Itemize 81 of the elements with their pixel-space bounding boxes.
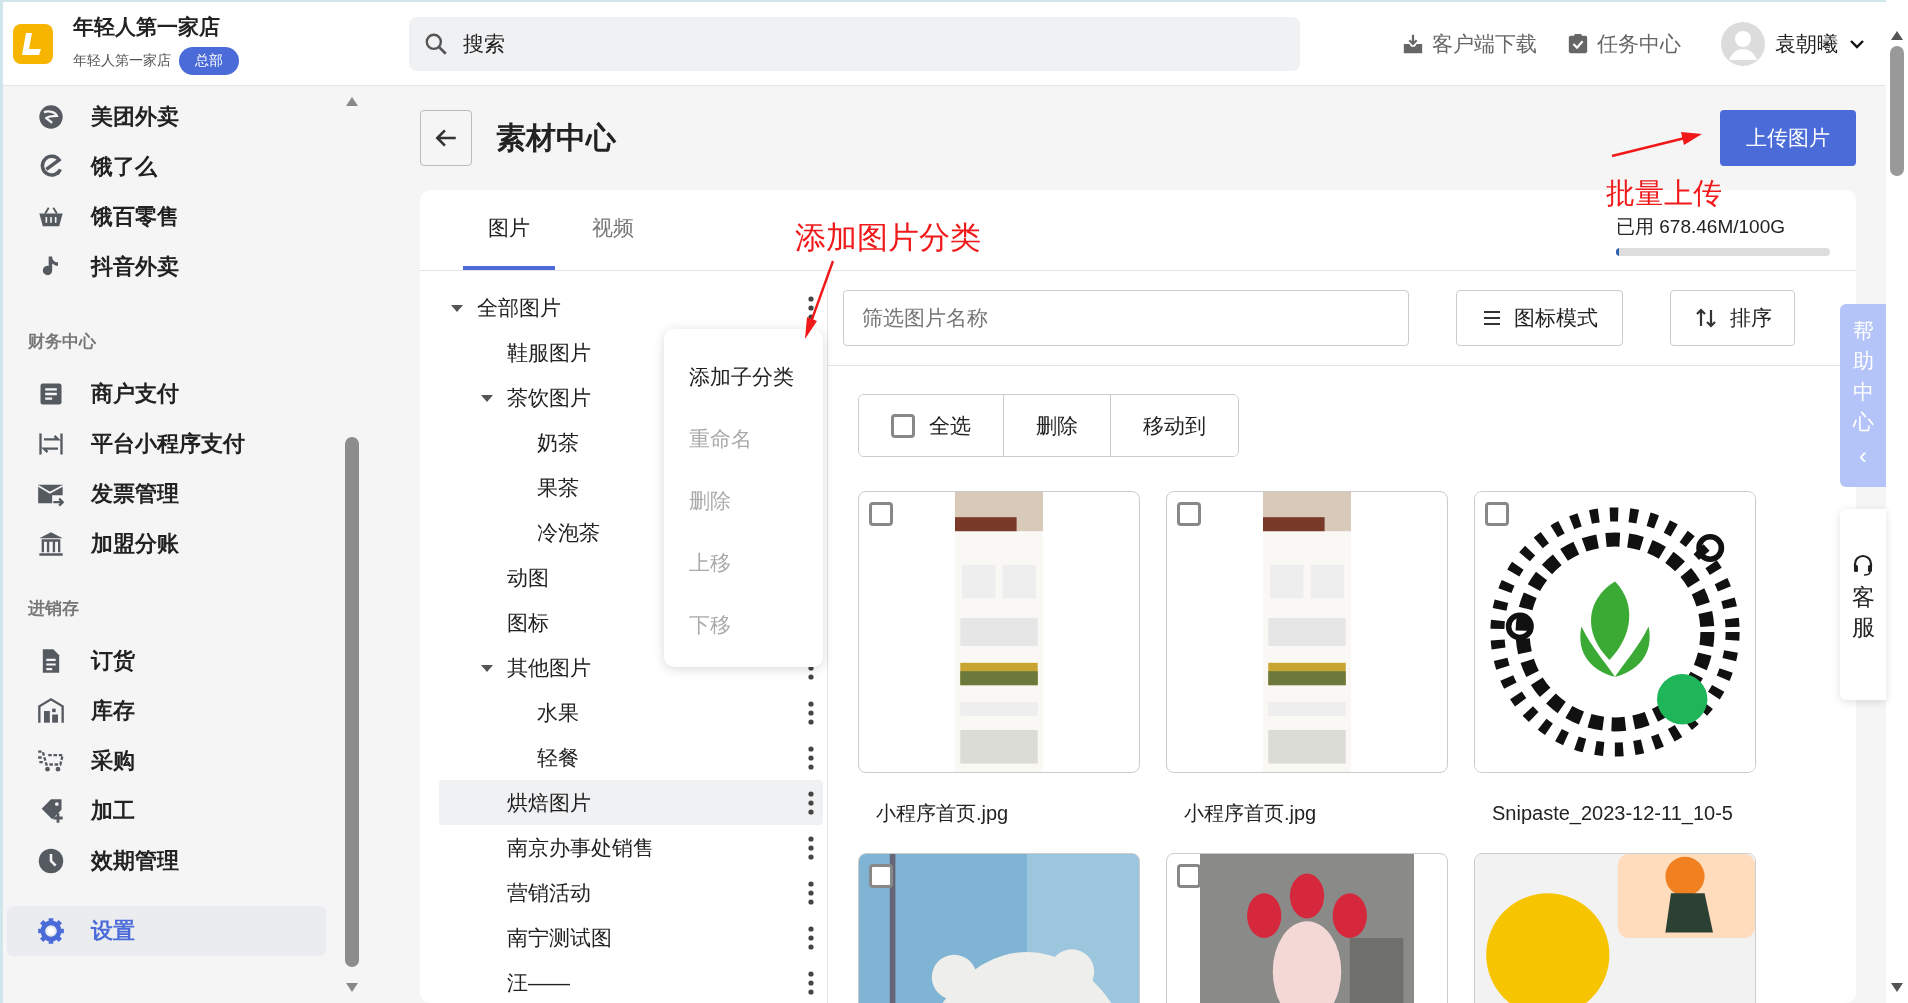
sort-button[interactable]: 排序 bbox=[1670, 290, 1795, 346]
tree-item[interactable]: 烘焙图片 bbox=[439, 780, 823, 825]
sidebar-item[interactable]: 商户支付 bbox=[7, 369, 326, 419]
more-dots-icon[interactable] bbox=[807, 789, 815, 816]
scroll-down-icon[interactable] bbox=[345, 981, 359, 993]
sidebar-item[interactable]: 库存 bbox=[7, 686, 326, 736]
sidebar-item[interactable]: 订货 bbox=[7, 636, 326, 686]
logo-icon bbox=[13, 23, 53, 64]
more-dots-icon[interactable] bbox=[807, 879, 815, 906]
header-link[interactable]: 客户端下载 bbox=[1402, 29, 1537, 58]
menu-item[interactable]: 添加子分类 bbox=[664, 346, 823, 408]
annotation-text: 批量上传 bbox=[1606, 176, 1722, 211]
scroll-up-icon[interactable] bbox=[1890, 30, 1904, 42]
more-dots-icon[interactable] bbox=[807, 294, 815, 321]
menu-icon bbox=[1481, 308, 1502, 328]
tree-item[interactable]: 全部图片 bbox=[439, 285, 823, 330]
scroll-down-icon[interactable] bbox=[1890, 981, 1904, 993]
headquarters-badge: 总部 bbox=[179, 46, 239, 75]
checkbox[interactable] bbox=[1177, 502, 1201, 526]
scroll-thumb[interactable] bbox=[345, 436, 359, 967]
checkbox[interactable] bbox=[1177, 864, 1201, 888]
checkbox[interactable] bbox=[869, 502, 893, 526]
clock-icon bbox=[37, 847, 65, 875]
header-link[interactable]: 任务中心 bbox=[1567, 29, 1681, 58]
tree-item[interactable]: 水果 bbox=[439, 690, 823, 735]
sidebar-item[interactable]: 加盟分账 bbox=[7, 519, 326, 569]
bank-icon bbox=[37, 530, 65, 558]
store-subtitle: 年轻人第一家店 bbox=[73, 51, 171, 70]
tree-item[interactable]: 南宁测试图 bbox=[439, 915, 823, 960]
more-dots-icon[interactable] bbox=[807, 924, 815, 951]
image-caption: 小程序首页.jpg bbox=[1183, 800, 1318, 826]
store-name: 年轻人第一家店 bbox=[73, 13, 221, 40]
sidebar-item[interactable]: 发票管理 bbox=[7, 469, 326, 519]
customer-service-tab[interactable]: 客服 bbox=[1840, 509, 1886, 700]
swirl-icon bbox=[37, 103, 65, 131]
user-name[interactable]: 袁朝曦 bbox=[1775, 29, 1838, 58]
section-title: 财务中心 bbox=[27, 331, 97, 353]
tab[interactable]: 视频 bbox=[567, 190, 659, 270]
sidebar-item[interactable]: 抖音外卖 bbox=[7, 242, 326, 292]
more-dots-icon[interactable] bbox=[807, 969, 815, 996]
sidebar-item[interactable]: 加工 bbox=[7, 786, 326, 836]
image-card[interactable] bbox=[858, 491, 1140, 773]
search-field[interactable]: 搜索 bbox=[409, 16, 1300, 71]
annotation-text: 添加图片分类 bbox=[795, 219, 981, 257]
warehouse-icon bbox=[37, 697, 65, 725]
tree-item[interactable]: 南京办事处销售 bbox=[439, 825, 823, 870]
tab[interactable]: 图片 bbox=[463, 190, 555, 270]
storage-usage-text: 已用 678.46M/100G bbox=[1616, 215, 1786, 239]
sidebar-item[interactable]: 饿了么 bbox=[7, 142, 326, 192]
back-button[interactable] bbox=[420, 110, 472, 166]
select-all-checkbox[interactable]: 全选 bbox=[859, 395, 1004, 456]
gear-icon bbox=[37, 917, 65, 945]
scroll-thumb[interactable] bbox=[1890, 46, 1904, 176]
image-caption: Snipaste_2023-12-11_10-5 bbox=[1491, 800, 1734, 827]
image-card[interactable] bbox=[1166, 491, 1448, 773]
more-dots-icon[interactable] bbox=[807, 834, 815, 861]
clipboard-check-icon bbox=[1567, 32, 1589, 55]
section-title: 进销存 bbox=[27, 598, 80, 620]
sidebar-item[interactable]: 设置 bbox=[7, 906, 326, 956]
sidebar-item[interactable]: 饿百零售 bbox=[7, 192, 326, 242]
sidebar-item[interactable]: 采购 bbox=[7, 736, 326, 786]
checkbox[interactable] bbox=[869, 864, 893, 888]
more-dots-icon[interactable] bbox=[807, 699, 815, 726]
filter-field[interactable]: 筛选图片名称 bbox=[843, 290, 1409, 346]
page-title: 素材中心 bbox=[496, 119, 616, 156]
scrollbar[interactable] bbox=[1886, 0, 1908, 1003]
download-tray-icon bbox=[1402, 32, 1424, 55]
view-mode-button[interactable]: 图标模式 bbox=[1456, 290, 1623, 346]
more-dots-icon[interactable] bbox=[807, 744, 815, 771]
tree-item[interactable]: 轻餐 bbox=[439, 735, 823, 780]
image-caption: 小程序首页.jpg bbox=[875, 800, 1010, 826]
upload-button[interactable]: 上传图片 bbox=[1720, 110, 1856, 166]
sidebar-item[interactable]: 平台小程序支付 bbox=[7, 419, 326, 469]
checkbox[interactable] bbox=[1485, 502, 1509, 526]
headset-icon bbox=[1851, 553, 1875, 577]
sidebar-item[interactable]: 美团外卖 bbox=[7, 92, 326, 142]
sidebar-item[interactable]: 效期管理 bbox=[7, 836, 326, 886]
scroll-up-icon[interactable] bbox=[345, 96, 359, 108]
avatar-icon bbox=[1721, 21, 1765, 66]
tree-item[interactable]: 营销活动 bbox=[439, 870, 823, 915]
tree-item[interactable]: 汪—— bbox=[439, 960, 823, 1003]
